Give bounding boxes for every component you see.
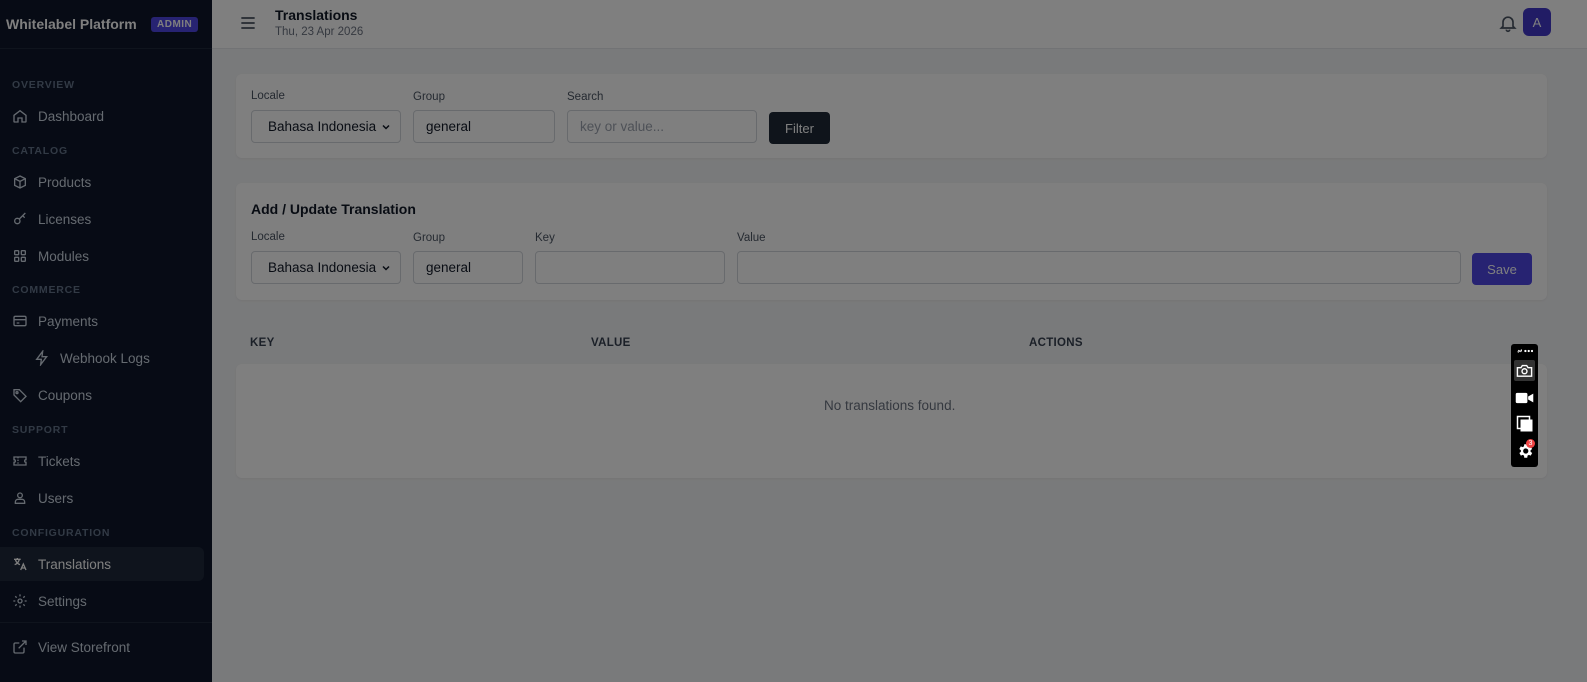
modal-backdrop[interactable] xyxy=(0,0,1587,682)
record-video-button[interactable] xyxy=(1514,387,1535,408)
toolbar-header[interactable] xyxy=(1514,344,1535,358)
camera-icon xyxy=(1516,364,1533,377)
video-camera-icon xyxy=(1515,392,1534,403)
capture-toolbar: 3 xyxy=(1511,344,1538,467)
window-capture-button[interactable] xyxy=(1514,413,1535,434)
windows-icon xyxy=(1516,415,1532,431)
link-icon xyxy=(1517,349,1522,353)
more-icon xyxy=(1523,349,1533,353)
screenshot-button[interactable] xyxy=(1514,360,1535,381)
notification-badge: 3 xyxy=(1526,439,1535,448)
